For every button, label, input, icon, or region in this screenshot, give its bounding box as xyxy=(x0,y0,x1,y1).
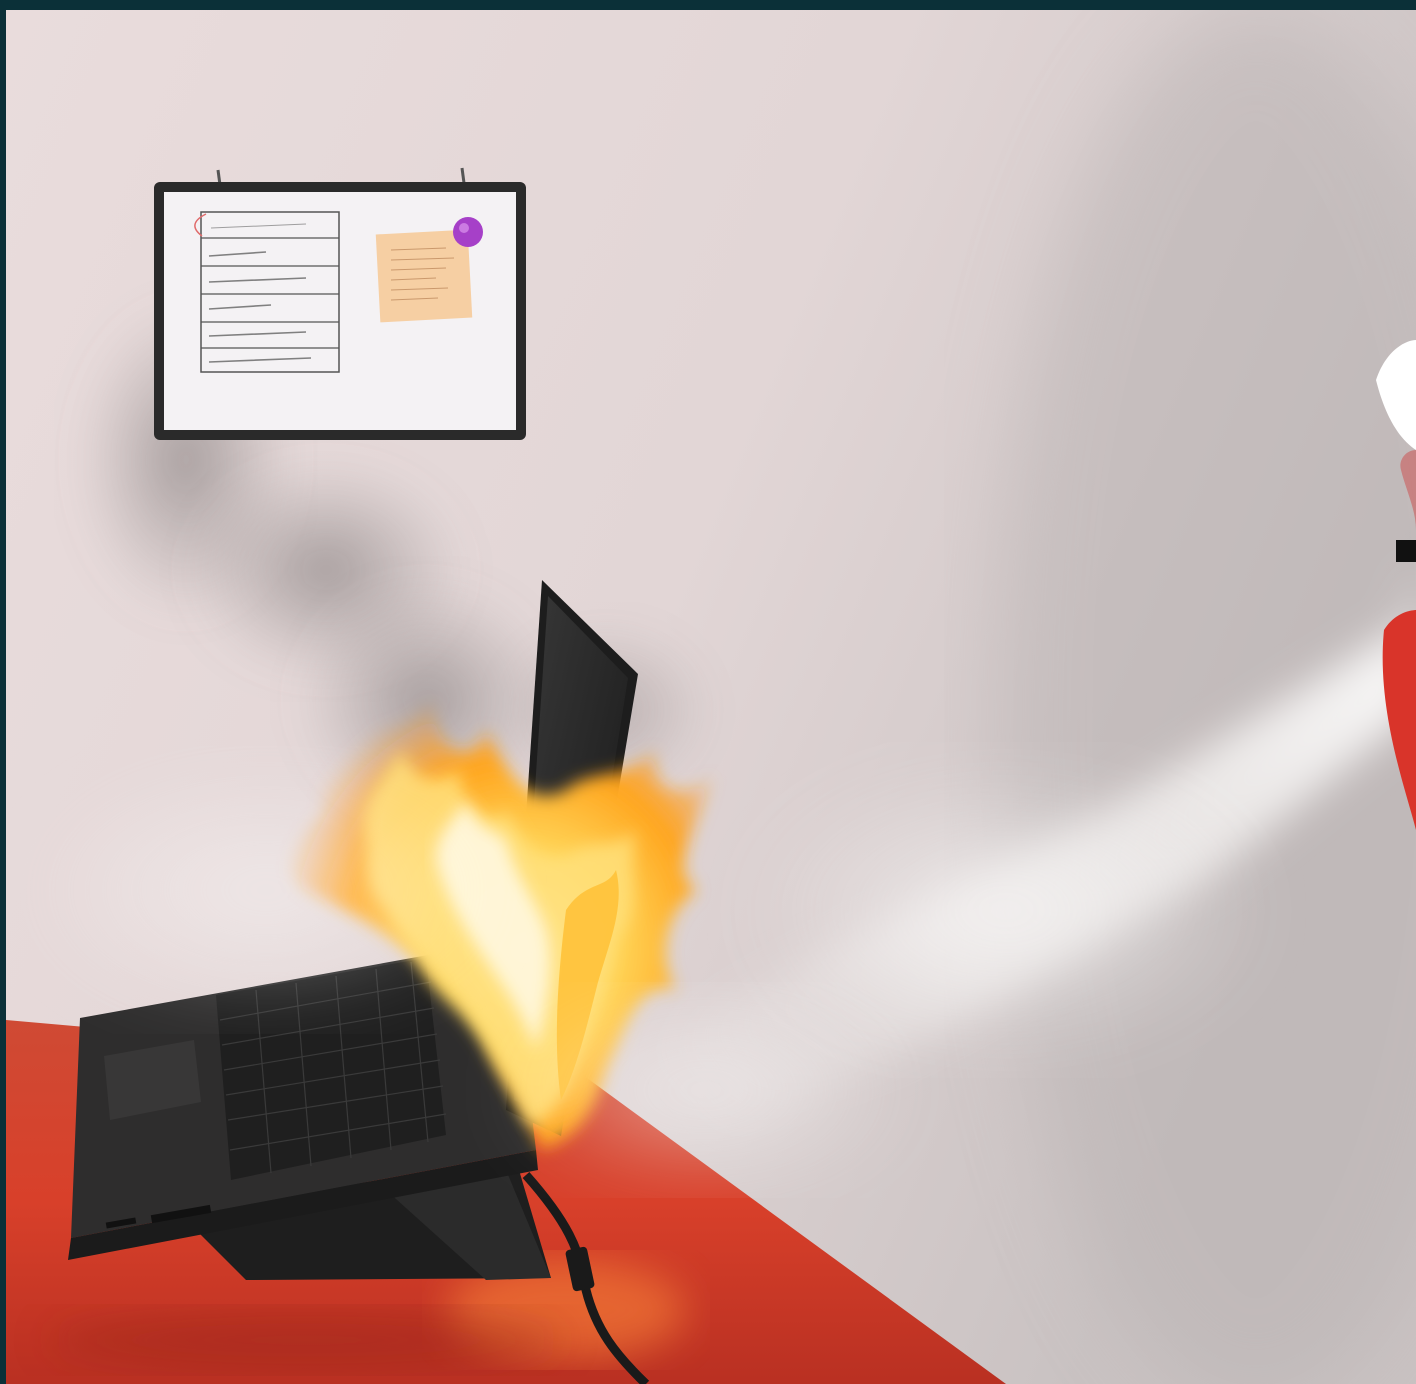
photo-canvas xyxy=(6,10,1416,1384)
magnet xyxy=(453,217,483,247)
whiteboard xyxy=(154,167,526,440)
photo-laptop-fire xyxy=(6,10,1416,1384)
sticky-note xyxy=(375,229,473,323)
screenshot-frame xyxy=(0,0,1416,1384)
